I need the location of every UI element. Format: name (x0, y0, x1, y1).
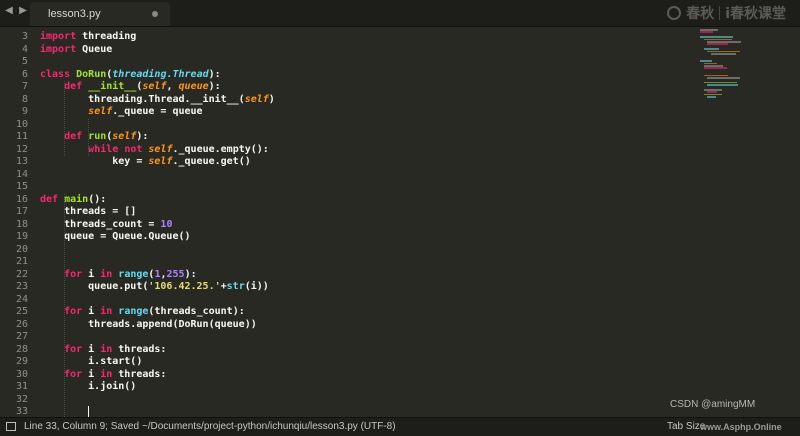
minimap-line (700, 60, 713, 62)
right-arrow-icon[interactable]: ▶ (18, 5, 28, 21)
minimap-line (703, 48, 719, 50)
brand-name: 春秋 (686, 6, 715, 22)
line-number: 28 (15, 343, 28, 355)
line-number: 19 (15, 231, 28, 242)
line-number: 29 (15, 356, 28, 367)
line-number: 13 (15, 156, 28, 167)
minimap-line (707, 77, 741, 79)
minimap-line (710, 53, 737, 55)
indent-guide (64, 193, 66, 419)
line-number: 27 (15, 331, 28, 342)
minimap-line (707, 91, 718, 93)
line-number: 16 (15, 193, 28, 205)
line-number: 31 (15, 381, 28, 392)
brand-name-2: i春秋课堂 (725, 6, 786, 22)
line-number: 22 (15, 268, 28, 280)
line-number: 18 (15, 218, 28, 230)
line-number: 30 (15, 368, 28, 380)
brand-logo-icon (667, 6, 682, 20)
minimap-line (703, 74, 728, 77)
minimap-line (700, 29, 718, 31)
code-line[interactable]: queue = Queue.Queue() (40, 231, 190, 244)
line-number: 32 (15, 393, 28, 405)
csdn-watermark: CSDN @amingMM (670, 399, 756, 410)
line-number: 10 (15, 118, 28, 130)
code-line[interactable]: while not self._queue.empty(): (40, 144, 269, 157)
minimap[interactable] (700, 27, 752, 105)
minimap-line (703, 67, 727, 69)
code-line[interactable]: threading.Thread.__init__(self) (40, 94, 275, 107)
tab-dirty-dot-icon[interactable] (152, 11, 158, 17)
line-number: 25 (15, 306, 28, 317)
divider (719, 6, 721, 20)
line-number: 24 (15, 293, 28, 305)
line-number: 9 (21, 106, 28, 117)
minimap-line (703, 38, 733, 41)
minimap-line (703, 89, 723, 91)
line-number: 3 (21, 31, 28, 42)
code-line[interactable]: import Queue (40, 44, 112, 57)
line-number: 5 (21, 56, 28, 67)
minimap-line (707, 43, 729, 45)
code-line[interactable]: def run(self): (40, 131, 148, 144)
line-number: 20 (15, 243, 28, 255)
line-number: 21 (15, 256, 28, 267)
minimap-line (707, 41, 742, 43)
minimap-line (703, 65, 724, 67)
code-line[interactable]: for i in threads: (40, 369, 166, 382)
minimap-line (700, 36, 733, 38)
tab-label: lesson3.py (48, 8, 101, 20)
code-line[interactable]: i.start() (40, 356, 142, 369)
minimap-line (700, 31, 714, 33)
code-editor[interactable]: 3 4 5 6 7 8 9 10 11 12 13 14 15 16 17 18 19 20 21 22 23 24 25 2… (0, 27, 800, 419)
line-number: 6 (21, 68, 28, 80)
line-number: 7 (21, 81, 28, 92)
site-watermark: www.Asphp.Online (700, 422, 782, 432)
minimap-line (707, 84, 738, 86)
line-number: 15 (15, 181, 28, 192)
left-arrow-icon[interactable]: ◀ (4, 5, 14, 21)
minimap-line (703, 93, 723, 96)
code-line[interactable]: threads = [] (40, 206, 136, 219)
code-line[interactable]: import threading (40, 31, 136, 44)
code-line[interactable]: def __init__(self, queue): (40, 81, 221, 94)
line-number: 17 (15, 206, 28, 217)
panel-toggle-icon[interactable] (6, 422, 16, 431)
tab-nav: ◀ ▶ (4, 5, 28, 21)
status-text: Line 33, Column 9; Saved ~/Documents/pro… (24, 421, 396, 432)
minimap-line (703, 62, 717, 65)
tab-lesson3[interactable]: lesson3.py (30, 2, 170, 26)
line-number: 14 (15, 168, 28, 180)
line-number: 4 (21, 43, 28, 55)
code-line[interactable]: def main(): (40, 194, 106, 207)
watermark-brand: 春秋 i春秋课堂 (667, 3, 786, 23)
indent-guide (64, 81, 66, 156)
minimap-line (703, 81, 737, 84)
line-number: 8 (21, 93, 28, 105)
minimap-line (707, 96, 716, 98)
tab-bar: ◀ ▶ lesson3.py 春秋 i春秋课堂 (0, 0, 800, 27)
indent-guide (88, 118, 90, 156)
code-line[interactable]: for i in threads: (40, 344, 166, 357)
minimap-line (707, 50, 741, 53)
status-bar: Line 33, Column 9; Saved ~/Documents/pro… (0, 417, 800, 436)
line-number: 23 (15, 281, 28, 292)
code-line[interactable]: threads.append(DoRun(queue)) (40, 319, 257, 332)
line-number: 12 (15, 143, 28, 155)
line-number: 26 (15, 318, 28, 330)
code-line[interactable]: for i in range(threads_count): (40, 306, 245, 319)
code-line[interactable]: class DoRun(threading.Thread): (40, 69, 221, 82)
line-number: 11 (15, 131, 28, 142)
code-line[interactable]: threads_count = 10 (40, 219, 172, 232)
code-line[interactable]: queue.put('106.42.25.'+str(i)) (40, 281, 269, 294)
code-line[interactable]: i.join() (40, 381, 136, 394)
code-line[interactable]: key = self._queue.get() (40, 156, 251, 169)
